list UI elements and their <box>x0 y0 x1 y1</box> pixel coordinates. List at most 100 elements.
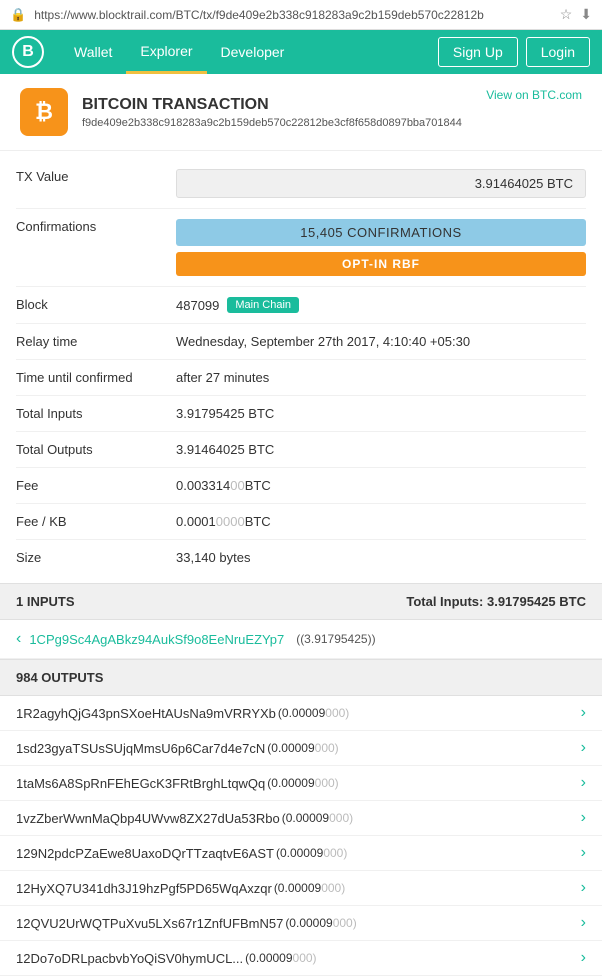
chevron-right-icon[interactable]: › <box>581 879 586 897</box>
confirmations-label: Confirmations <box>16 219 176 234</box>
output-amount-1: (0.00009000) <box>267 741 338 755</box>
transaction-title: BITCOIN TRANSACTION <box>82 96 472 114</box>
outputs-list: 1R2agyhQjG43pnSXoeHtAUsNa9mVRRYXb (0.000… <box>0 696 602 976</box>
chevron-right-icon[interactable]: › <box>581 739 586 757</box>
fee-kb-main: 0.0001 <box>176 514 216 529</box>
output-item: 12QVU2UrWQTPuXvu5LXs67r1ZnfUFBmN57 (0.00… <box>0 906 602 941</box>
output-address-wrap: 12Do7oDRLpacbvbYoQiSV0hymUCL... (0.00009… <box>16 951 317 966</box>
total-inputs-value: 3.91795425 BTC <box>176 406 586 421</box>
output-item: 1sd23gyaTSUsSUjqMmsU6p6Car7d4e7cN (0.000… <box>0 731 602 766</box>
input-amount: ((3.91795425)) <box>296 632 375 646</box>
chevron-right-icon[interactable]: › <box>581 774 586 792</box>
output-address-wrap: 12QVU2UrWQTPuXvu5LXs67r1ZnfUFBmN57 (0.00… <box>16 916 357 931</box>
fee-kb-row: Fee / KB 0.00010000 BTC <box>16 504 586 540</box>
main-content: ₿ BITCOIN TRANSACTION f9de409e2b338c9182… <box>0 74 602 976</box>
login-button[interactable]: Login <box>526 37 590 67</box>
time-confirmed-row: Time until confirmed after 27 minutes <box>16 360 586 396</box>
main-nav: Wallet Explorer Developer <box>60 30 438 74</box>
output-item: 1taMs6A8SpRnFEhEGcK3FRtBrghLtqwQq (0.000… <box>0 766 602 801</box>
fee-label: Fee <box>16 478 176 493</box>
fee-suffix: BTC <box>245 478 271 493</box>
tx-value-row: TX Value 3.91464025 BTC <box>16 159 586 209</box>
output-amount-5: (0.00009000) <box>274 881 345 895</box>
transaction-hash: f9de409e2b338c918283a9c2b159deb570c22812… <box>82 117 472 129</box>
output-item: 12Do7oDRLpacbvbYoQiSV0hymUCL... (0.00009… <box>0 941 602 976</box>
output-item: 1vzZberWwnMaQbp4UWvw8ZX27dUa53Rbo (0.000… <box>0 801 602 836</box>
total-outputs-row: Total Outputs 3.91464025 BTC <box>16 432 586 468</box>
total-inputs-label: Total Inputs <box>16 406 176 421</box>
transaction-header: ₿ BITCOIN TRANSACTION f9de409e2b338c9182… <box>0 74 602 151</box>
output-amount-2: (0.00009000) <box>267 776 338 790</box>
tx-value-display: 3.91464025 BTC <box>176 169 586 198</box>
total-outputs-label: Total Outputs <box>16 442 176 457</box>
auth-buttons: Sign Up Login <box>438 37 590 67</box>
total-outputs-value: 3.91464025 BTC <box>176 442 586 457</box>
input-item: ‹ 1CPg9Sc4AgABkz94AukSf9o8EeNruEZYp7 ((3… <box>0 620 602 659</box>
inputs-section-header: 1 INPUTS Total Inputs: 3.91795425 BTC <box>0 583 602 620</box>
output-address-wrap: 1taMs6A8SpRnFEhEGcK3FRtBrghLtqwQq (0.000… <box>16 776 339 791</box>
block-field: 487099 Main Chain <box>176 297 586 313</box>
size-value: 33,140 bytes <box>176 550 586 565</box>
size-row: Size 33,140 bytes <box>16 540 586 575</box>
nav-wallet[interactable]: Wallet <box>60 30 126 74</box>
tx-value-label: TX Value <box>16 169 176 184</box>
output-item: 129N2pdcPZaEwe8UaxoDQrTTzaqtvE6AST (0.00… <box>0 836 602 871</box>
output-address-wrap: 12HyXQ7U341dh3J19hzPgf5PD65WqAxzqr (0.00… <box>16 881 345 896</box>
output-address-7: 12Do7oDRLpacbvbYoQiSV0hymUCL... <box>16 951 243 966</box>
url-text: https://www.blocktrail.com/BTC/tx/f9de40… <box>34 8 552 22</box>
output-address-3: 1vzZberWwnMaQbp4UWvw8ZX27dUa53Rbo <box>16 811 280 826</box>
output-address-0: 1R2agyhQjG43pnSXoeHtAUsNa9mVRRYXb <box>16 706 276 721</box>
chevron-right-icon[interactable]: › <box>581 809 586 827</box>
nav-explorer[interactable]: Explorer <box>126 30 206 74</box>
main-chain-badge: Main Chain <box>227 297 299 313</box>
tx-value-field: 3.91464025 BTC <box>176 169 586 198</box>
output-address-wrap: 1sd23gyaTSUsSUjqMmsU6p6Car7d4e7cN (0.000… <box>16 741 339 756</box>
relay-time-row: Relay time Wednesday, September 27th 201… <box>16 324 586 360</box>
nav-developer[interactable]: Developer <box>207 30 299 74</box>
output-address-wrap: 1vzZberWwnMaQbp4UWvw8ZX27dUa53Rbo (0.000… <box>16 811 353 826</box>
url-bar: 🔒 https://www.blocktrail.com/BTC/tx/f9de… <box>0 0 602 30</box>
total-inputs-row: Total Inputs 3.91795425 BTC <box>16 396 586 432</box>
download-icon[interactable]: ⬇ <box>580 6 592 23</box>
relay-time-label: Relay time <box>16 334 176 349</box>
output-address-4: 129N2pdcPZaEwe8UaxoDQrTTzaqtvE6AST <box>16 846 274 861</box>
top-nav: B Wallet Explorer Developer Sign Up Logi… <box>0 30 602 74</box>
confirmations-badge: 15,405 CONFIRMATIONS <box>176 219 586 246</box>
input-address[interactable]: 1CPg9Sc4AgABkz94AukSf9o8EeNruEZYp7 <box>29 632 284 647</box>
fee-field: 0.00331400 BTC <box>176 478 586 493</box>
output-amount-6: (0.00009000) <box>285 916 356 930</box>
time-confirmed-value: after 27 minutes <box>176 370 586 385</box>
inputs-count: 1 INPUTS <box>16 594 75 609</box>
output-amount-7: (0.00009000) <box>245 951 316 965</box>
view-on-btccom-link[interactable]: View on BTC.com <box>486 88 582 102</box>
block-row: Block 487099 Main Chain <box>16 287 586 324</box>
output-address-wrap: 1R2agyhQjG43pnSXoeHtAUsNa9mVRRYXb (0.000… <box>16 706 349 721</box>
chevron-right-icon[interactable]: › <box>581 844 586 862</box>
signup-button[interactable]: Sign Up <box>438 37 518 67</box>
lock-icon: 🔒 <box>10 7 26 23</box>
outputs-count: 984 OUTPUTS <box>16 670 103 685</box>
chevron-right-icon[interactable]: › <box>581 914 586 932</box>
transaction-info: BITCOIN TRANSACTION f9de409e2b338c918283… <box>82 96 472 129</box>
block-label: Block <box>16 297 176 312</box>
fee-row: Fee 0.00331400 BTC <box>16 468 586 504</box>
output-address-6: 12QVU2UrWQTPuXvu5LXs67r1ZnfUFBmN57 <box>16 916 283 931</box>
bookmark-icon[interactable]: ☆ <box>560 6 573 23</box>
fee-kb-suffix: BTC <box>245 514 271 529</box>
fee-kb-muted: 0000 <box>216 514 245 529</box>
block-number: 487099 <box>176 298 219 313</box>
size-label: Size <box>16 550 176 565</box>
output-amount-4: (0.00009000) <box>276 846 347 860</box>
confirmations-field: 15,405 CONFIRMATIONS OPT-IN RBF <box>176 219 586 276</box>
chevron-right-icon[interactable]: › <box>581 704 586 722</box>
site-logo[interactable]: B <box>12 36 44 68</box>
transaction-details: TX Value 3.91464025 BTC Confirmations 15… <box>0 151 602 583</box>
bitcoin-logo: ₿ <box>20 88 68 136</box>
output-amount-3: (0.00009000) <box>282 811 353 825</box>
output-address-5: 12HyXQ7U341dh3J19hzPgf5PD65WqAxzqr <box>16 881 272 896</box>
output-address-wrap: 129N2pdcPZaEwe8UaxoDQrTTzaqtvE6AST (0.00… <box>16 846 347 861</box>
outputs-section-header: 984 OUTPUTS <box>0 659 602 696</box>
confirmations-row: Confirmations 15,405 CONFIRMATIONS OPT-I… <box>16 209 586 287</box>
chevron-right-icon[interactable]: › <box>581 949 586 967</box>
output-item: 12HyXQ7U341dh3J19hzPgf5PD65WqAxzqr (0.00… <box>0 871 602 906</box>
